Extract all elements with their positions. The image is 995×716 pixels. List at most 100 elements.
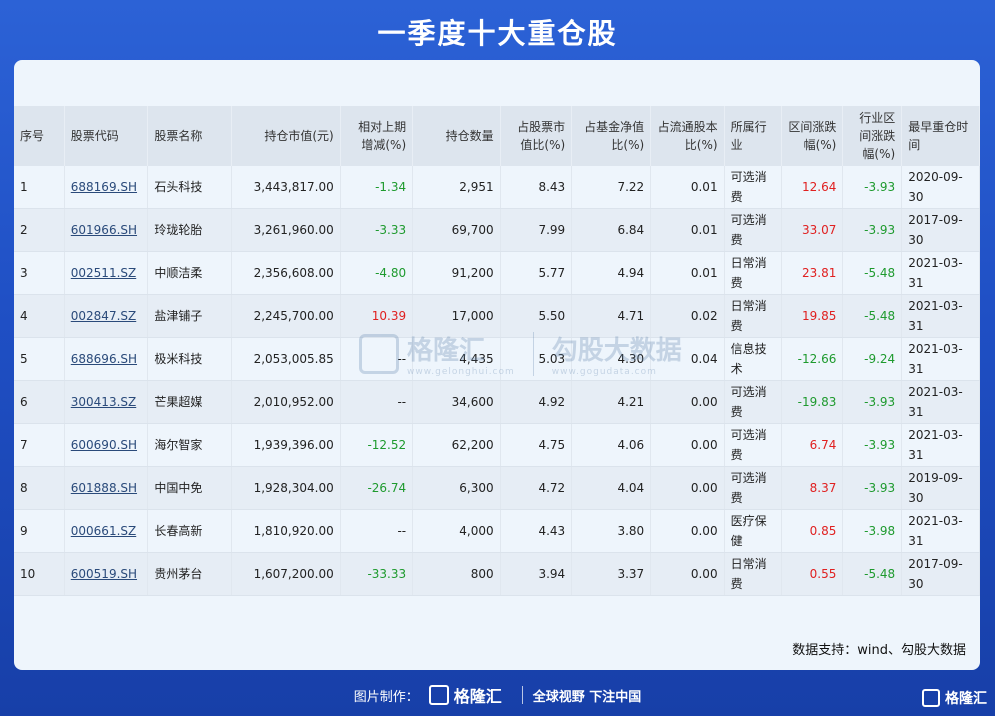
cell-index: 10 bbox=[14, 552, 65, 596]
cell-stock-name: 贵州茅台 bbox=[147, 552, 232, 596]
cell-stock-value-ratio: 3.94 bbox=[500, 552, 573, 596]
cell-earliest-holding-date: 2021-03-31 bbox=[901, 380, 980, 424]
cell-change-vs-prev: -4.80 bbox=[340, 251, 414, 295]
cell-stock-code: 300413.SZ bbox=[64, 380, 149, 424]
cell-earliest-holding-date: 2017-09-30 bbox=[901, 208, 980, 252]
cell-industry: 可选消费 bbox=[724, 166, 783, 209]
cell-stock-code: 000661.SZ bbox=[64, 509, 149, 553]
cell-stock-code: 601966.SH bbox=[64, 208, 149, 252]
cell-period-change: 0.85 bbox=[781, 509, 844, 553]
cell-stock-value-ratio: 4.75 bbox=[500, 423, 573, 467]
cell-nav-ratio: 6.84 bbox=[571, 208, 652, 252]
cell-earliest-holding-date: 2020-09-30 bbox=[901, 166, 980, 209]
cell-holding-value: 1,810,920.00 bbox=[231, 509, 341, 553]
cell-float-share-ratio: 0.01 bbox=[650, 166, 725, 209]
cell-float-share-ratio: 0.02 bbox=[650, 294, 725, 338]
cell-stock-value-ratio: 5.50 bbox=[500, 294, 573, 338]
footer-slogan: 全球视野 下注中国 bbox=[532, 689, 642, 705]
cell-index: 3 bbox=[14, 251, 65, 295]
cell-stock-name: 芒果超媒 bbox=[147, 380, 232, 424]
cell-holding-value: 1,607,200.00 bbox=[231, 552, 341, 596]
stock-code-link[interactable]: 600519.SH bbox=[71, 567, 137, 581]
cell-holding-qty: 62,200 bbox=[412, 423, 501, 467]
stock-code-link[interactable]: 300413.SZ bbox=[71, 395, 136, 409]
cell-industry-period-change: -5.48 bbox=[842, 294, 903, 338]
cell-industry: 日常消费 bbox=[724, 294, 783, 338]
cell-float-share-ratio: 0.00 bbox=[650, 509, 725, 553]
cell-change-vs-prev: -- bbox=[340, 509, 414, 553]
stock-code-link[interactable]: 688696.SH bbox=[71, 352, 137, 366]
cell-stock-name: 极米科技 bbox=[147, 337, 232, 381]
table-row: 1 688169.SH 石头科技 3,443,817.00 -1.34 2,951 8.43… bbox=[14, 166, 980, 209]
cell-nav-ratio: 3.80 bbox=[571, 509, 652, 553]
cell-stock-value-ratio: 4.92 bbox=[500, 380, 573, 424]
cell-nav-ratio: 4.21 bbox=[571, 380, 652, 424]
header-holding-qty: 持仓数量 bbox=[412, 106, 501, 166]
stock-code-link[interactable]: 000661.SZ bbox=[71, 524, 136, 538]
stock-code-link[interactable]: 002847.SZ bbox=[71, 309, 136, 323]
cell-holding-value: 2,053,005.85 bbox=[231, 337, 341, 381]
cell-earliest-holding-date: 2021-03-31 bbox=[901, 423, 980, 467]
cell-holding-value: 1,939,396.00 bbox=[231, 423, 341, 467]
cell-float-share-ratio: 0.00 bbox=[650, 423, 725, 467]
cell-industry-period-change: -5.48 bbox=[842, 251, 903, 295]
cell-stock-code: 688169.SH bbox=[64, 166, 149, 209]
cell-industry: 可选消费 bbox=[724, 208, 783, 252]
cell-period-change: 23.81 bbox=[781, 251, 844, 295]
cell-stock-name: 长春高新 bbox=[147, 509, 232, 553]
header-change-vs-prev: 相对上期增减(%) bbox=[340, 106, 414, 166]
cell-holding-value: 3,261,960.00 bbox=[231, 208, 341, 252]
table-row: 5 688696.SH 极米科技 2,053,005.85 -- 4,435 5.03 4.3… bbox=[14, 337, 980, 381]
cell-float-share-ratio: 0.01 bbox=[650, 208, 725, 252]
cell-stock-name: 中顺洁柔 bbox=[147, 251, 232, 295]
cell-stock-value-ratio: 7.99 bbox=[500, 208, 573, 252]
header-nav-ratio: 占基金净值比(%) bbox=[571, 106, 652, 166]
footer: 图片制作： 格隆汇 全球视野 下注中国 bbox=[0, 680, 995, 710]
header-float-share-ratio: 占流通股本比(%) bbox=[650, 106, 725, 166]
gelonghui-logo-icon bbox=[922, 689, 940, 707]
stock-code-link[interactable]: 601888.SH bbox=[71, 481, 137, 495]
cell-stock-value-ratio: 5.03 bbox=[500, 337, 573, 381]
cell-stock-name: 中国中免 bbox=[147, 466, 232, 510]
cell-stock-name: 盐津铺子 bbox=[147, 294, 232, 338]
cell-float-share-ratio: 0.00 bbox=[650, 466, 725, 510]
table-row: 2 601966.SH 玲珑轮胎 3,261,960.00 -3.33 69,700 7.9… bbox=[14, 208, 980, 252]
cell-stock-name: 石头科技 bbox=[147, 166, 232, 209]
cell-holding-value: 1,928,304.00 bbox=[231, 466, 341, 510]
header-holding-value: 持仓市值(元) bbox=[231, 106, 341, 166]
header-stock-value-ratio: 占股票市值比(%) bbox=[500, 106, 573, 166]
stock-code-link[interactable]: 002511.SZ bbox=[71, 266, 136, 280]
cell-index: 8 bbox=[14, 466, 65, 510]
header-industry: 所属行业 bbox=[724, 106, 783, 166]
table-row: 10 600519.SH 贵州茅台 1,607,200.00 -33.33 800 3.94… bbox=[14, 552, 980, 596]
cell-change-vs-prev: -33.33 bbox=[340, 552, 414, 596]
cell-stock-value-ratio: 8.43 bbox=[500, 166, 573, 209]
header-industry-period-change: 行业区间涨跌幅(%) bbox=[842, 106, 903, 166]
table-body: 1 688169.SH 石头科技 3,443,817.00 -1.34 2,951 8.43… bbox=[14, 166, 980, 596]
cell-period-change: 6.74 bbox=[781, 423, 844, 467]
cell-change-vs-prev: -26.74 bbox=[340, 466, 414, 510]
stock-code-link[interactable]: 688169.SH bbox=[71, 180, 137, 194]
cell-stock-name: 玲珑轮胎 bbox=[147, 208, 232, 252]
cell-holding-qty: 91,200 bbox=[412, 251, 501, 295]
table-row: 9 000661.SZ 长春高新 1,810,920.00 -- 4,000 4.43 3.8… bbox=[14, 509, 980, 553]
cell-stock-code: 002511.SZ bbox=[64, 251, 149, 295]
cell-nav-ratio: 4.94 bbox=[571, 251, 652, 295]
cell-change-vs-prev: -1.34 bbox=[340, 166, 414, 209]
table-row: 3 002511.SZ 中顺洁柔 2,356,608.00 -4.80 91,200 5.7… bbox=[14, 251, 980, 295]
header-stock-code: 股票代码 bbox=[64, 106, 149, 166]
cell-float-share-ratio: 0.00 bbox=[650, 552, 725, 596]
stock-code-link[interactable]: 601966.SH bbox=[71, 223, 137, 237]
cell-holding-qty: 6,300 bbox=[412, 466, 501, 510]
cell-stock-code: 600519.SH bbox=[64, 552, 149, 596]
cell-earliest-holding-date: 2021-03-31 bbox=[901, 337, 980, 381]
table-row: 4 002847.SZ 盐津铺子 2,245,700.00 10.39 17,000 5.5… bbox=[14, 294, 980, 338]
cell-change-vs-prev: -12.52 bbox=[340, 423, 414, 467]
cell-change-vs-prev: 10.39 bbox=[340, 294, 414, 338]
cell-industry: 可选消费 bbox=[724, 380, 783, 424]
cell-industry-period-change: -3.93 bbox=[842, 466, 903, 510]
page-title: 一季度十大重仓股 bbox=[377, 17, 618, 50]
holdings-table: 序号 股票代码 股票名称 持仓市值(元) 相对上期增减(%) 持仓数量 占股票市值比(%) 占… bbox=[14, 106, 980, 596]
stock-code-link[interactable]: 600690.SH bbox=[71, 438, 137, 452]
cell-stock-code: 600690.SH bbox=[64, 423, 149, 467]
